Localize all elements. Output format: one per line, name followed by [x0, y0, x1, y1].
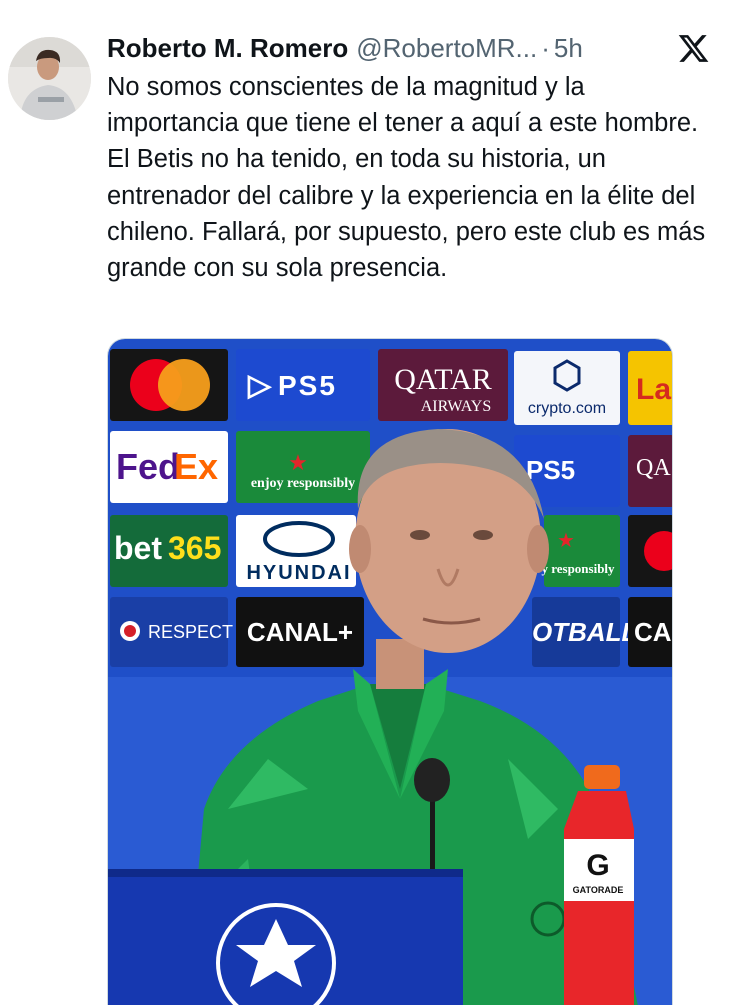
gatorade-bottle: G GATORADE — [564, 765, 634, 1005]
separator-dot: · — [541, 33, 550, 63]
svg-text:★: ★ — [557, 530, 575, 552]
fedex-ex-text: Ex — [174, 446, 218, 487]
heineken-text: enjoy responsibly — [251, 476, 355, 491]
qatar-airways-logo: QATAR AIRWAYS — [378, 349, 508, 421]
crypto-text: crypto.com — [528, 400, 606, 417]
canal-text: CANAL+ — [247, 617, 353, 647]
svg-text:★: ★ — [288, 450, 308, 475]
author-display-name[interactable]: Roberto M. Romero — [107, 32, 348, 64]
tweet-timestamp[interactable]: 5h — [554, 32, 583, 64]
qatar-airways-logo-2: QA — [628, 435, 672, 507]
svg-text:G: G — [586, 849, 609, 882]
lays-logo: La — [628, 351, 672, 425]
ca-text: CA — [634, 617, 672, 647]
heineken-logo: ★ enjoy responsibly — [236, 431, 370, 503]
press-desk — [108, 869, 463, 1005]
hyundai-text: HYUNDAI — [246, 562, 351, 584]
bet365-logo: bet 365 — [110, 515, 228, 587]
ps5-text-2: PS5 — [526, 455, 575, 485]
fedex-fed-text: Fed — [116, 446, 180, 487]
mastercard-logo — [110, 349, 228, 421]
tweet-header: Roberto M. Romero @RobertoMR... · 5h — [107, 32, 627, 64]
svg-text:▷: ▷ — [247, 369, 273, 402]
tweet[interactable]: Roberto M. Romero @RobertoMR... · 5h No … — [0, 0, 730, 1005]
ps5-text: PS5 — [278, 370, 337, 401]
qa-text: QA — [636, 455, 671, 481]
respect-text: RESPECT — [148, 622, 233, 642]
heineken-text-2: y responsibly — [541, 561, 615, 576]
heineken-logo-2: ★ y responsibly — [541, 515, 620, 587]
bet365-bet-text: bet — [114, 530, 162, 566]
crypto-com-logo: crypto.com — [514, 351, 620, 425]
author-avatar[interactable] — [8, 37, 91, 120]
lays-text: La — [636, 373, 671, 406]
canal-plus-logo: CANAL+ — [236, 597, 364, 667]
mastercard-logo-2 — [628, 515, 672, 587]
qatar-text: QATAR — [394, 363, 492, 396]
ps5-logo: ▷ PS5 — [236, 349, 370, 421]
canal-plus-logo-2: CA — [628, 597, 672, 667]
tweet-media-photo[interactable]: ▷ PS5 QATAR AIRWAYS crypto.com La Fed Ex… — [107, 338, 673, 1005]
fedex-logo: Fed Ex — [110, 431, 228, 503]
bet365-num-text: 365 — [168, 530, 221, 566]
tweet-text: No somos conscientes de la magnitud y la… — [107, 73, 706, 283]
x-logo-icon[interactable] — [677, 32, 710, 65]
hyundai-logo: HYUNDAI — [236, 515, 356, 587]
uefa-respect-logo: RESPECT — [110, 597, 233, 667]
airways-text: AIRWAYS — [421, 398, 492, 415]
author-handle[interactable]: @RobertoMR... — [356, 32, 537, 64]
gatorade-text: GATORADE — [573, 885, 624, 895]
football-text: OTBALL — [532, 617, 637, 647]
